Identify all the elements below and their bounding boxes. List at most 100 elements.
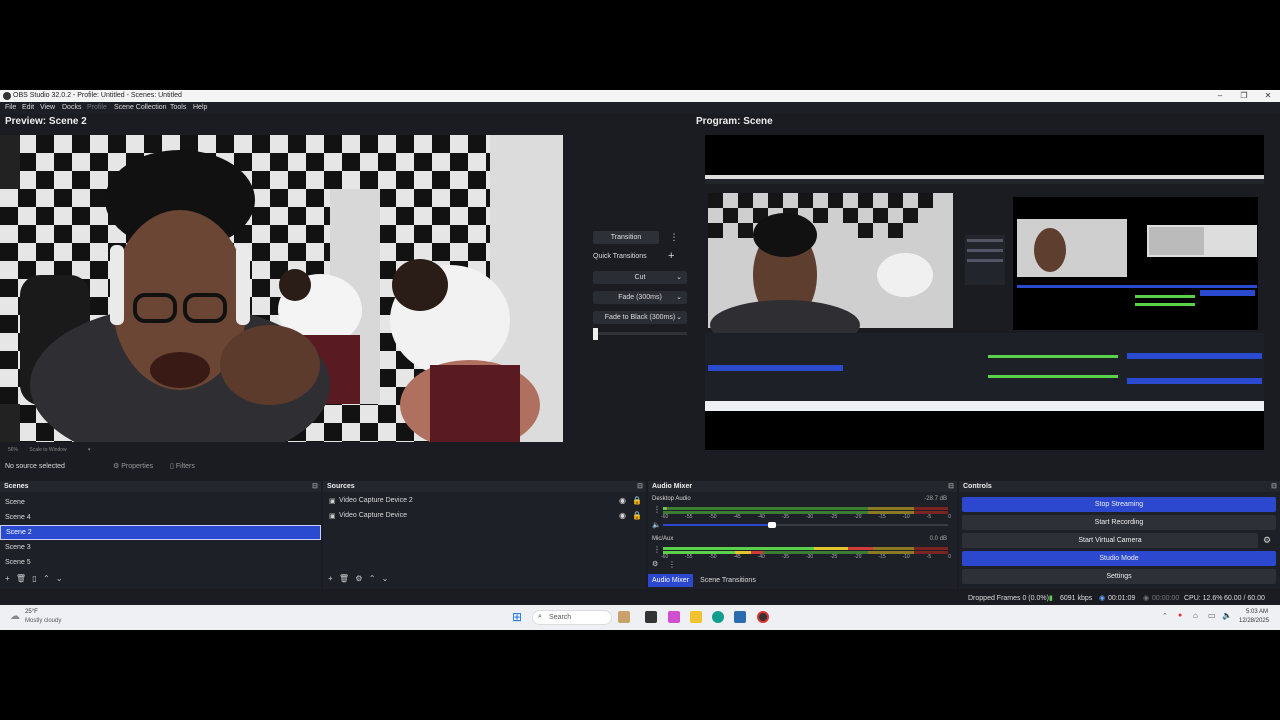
- maximize-button[interactable]: ❐: [1232, 90, 1256, 102]
- edge-icon[interactable]: [712, 611, 724, 623]
- move-down-icon[interactable]: ⌄: [56, 574, 63, 583]
- channel-menu-icon[interactable]: ⋮: [653, 545, 661, 554]
- channel-db: 0.0 dB: [929, 536, 947, 542]
- scene-item-selected[interactable]: Scene 2: [0, 525, 321, 540]
- menu-profile[interactable]: Profile: [87, 102, 107, 114]
- add-source-icon[interactable]: +: [328, 574, 333, 583]
- trash-icon[interactable]: 🗑: [339, 574, 349, 583]
- task-view-icon[interactable]: [645, 611, 657, 623]
- volume-meter: [663, 507, 948, 510]
- file-explorer-icon[interactable]: [690, 611, 702, 623]
- gear-icon: ⚙: [113, 463, 120, 470]
- quick-transition-fade[interactable]: Fade (300ms) ⌄: [593, 291, 687, 304]
- display-icon[interactable]: ▭: [1208, 611, 1216, 620]
- no-source-label: No source selected: [5, 463, 65, 470]
- eye-icon[interactable]: ◉: [619, 496, 626, 505]
- move-down-icon[interactable]: ⌄: [382, 574, 389, 583]
- lock-icon[interactable]: 🔒: [632, 496, 642, 505]
- network-icon[interactable]: ⌂: [1193, 611, 1198, 620]
- sources-dock-title: Sources: [327, 483, 355, 490]
- sources-dock-header: Sources ⊟: [323, 481, 646, 492]
- menu-tools[interactable]: Tools: [170, 102, 186, 114]
- obs-logo-icon: [3, 92, 11, 100]
- lock-icon[interactable]: 🔒: [632, 511, 642, 520]
- source-name: Video Capture Device: [339, 512, 407, 519]
- scene-item[interactable]: Scene 3: [0, 540, 321, 555]
- weather-icon[interactable]: ☁: [10, 611, 20, 622]
- scene-item[interactable]: Scene: [0, 495, 321, 510]
- start-virtual-camera-button[interactable]: Start Virtual Camera: [962, 533, 1258, 548]
- virtual-camera-settings-icon[interactable]: ⚙: [1263, 535, 1271, 546]
- more-options-icon[interactable]: ⋮: [669, 231, 679, 244]
- signal-icon: ▮: [1049, 595, 1053, 602]
- dock-options-icon[interactable]: ⊟: [1271, 481, 1277, 492]
- mixer-menu-icon[interactable]: ⋮: [668, 560, 676, 569]
- scale-mode-dropdown[interactable]: Scale to Window: [29, 447, 66, 453]
- taskbar-search[interactable]: ⌕ Search: [532, 610, 612, 625]
- source-item[interactable]: ▣ Video Capture Device ◉ 🔒: [323, 510, 646, 525]
- properties-button[interactable]: ⚙ Properties: [113, 462, 153, 470]
- source-item[interactable]: ▣ Video Capture Device 2 ◉ 🔒: [323, 495, 646, 510]
- quick-transition-cut[interactable]: Cut ⌄: [593, 271, 687, 284]
- weather-desc: Mostly cloudy: [25, 618, 62, 624]
- quick-transition-fade-black[interactable]: Fade to Black (300ms) ⌄: [593, 311, 687, 324]
- dock-options-icon[interactable]: ⊟: [948, 481, 954, 492]
- db-scale: -60 -55 -50 -45 -40 -35 -30 -25 -20 -15 -10 -5 0: [661, 514, 951, 520]
- add-icon[interactable]: +: [668, 250, 674, 262]
- add-scene-icon[interactable]: +: [5, 574, 10, 583]
- speaker-icon[interactable]: 🔈: [652, 521, 661, 529]
- chevron-down-icon[interactable]: ▾: [88, 447, 91, 453]
- trash-icon[interactable]: 🗑: [16, 574, 26, 583]
- tray-obs-icon[interactable]: ●: [1178, 612, 1182, 619]
- tbar-handle[interactable]: [593, 328, 598, 340]
- menu-view[interactable]: View: [40, 102, 55, 114]
- volume-icon[interactable]: 🔈: [1222, 611, 1232, 620]
- filters-button[interactable]: ▯ Filters: [170, 462, 195, 470]
- cpu-usage: CPU: 12.6%: [1184, 595, 1223, 602]
- start-recording-button[interactable]: Start Recording: [962, 515, 1276, 530]
- quick-transition-label: Fade to Black (300ms): [604, 314, 676, 321]
- volume-slider-handle[interactable]: [768, 522, 776, 528]
- dock-options-icon[interactable]: ⊟: [637, 481, 643, 492]
- store-icon[interactable]: [734, 611, 746, 623]
- controls-dock-header: Controls ⊟: [959, 481, 1280, 492]
- volume-meter-level: [663, 547, 873, 550]
- scene-item[interactable]: Scene 4: [0, 510, 321, 525]
- tray-chevron-icon[interactable]: ⌃: [1162, 612, 1168, 620]
- preview-canvas[interactable]: [0, 135, 563, 442]
- menu-scene-collection[interactable]: Scene Collection: [114, 102, 167, 114]
- preview-zoom-value: 56%: [8, 447, 19, 453]
- settings-button[interactable]: Settings: [962, 569, 1276, 584]
- obs-taskbar-icon[interactable]: [757, 611, 769, 623]
- channel-menu-icon[interactable]: ⋮: [653, 505, 661, 514]
- transition-button[interactable]: Transition: [593, 231, 659, 244]
- copilot-icon[interactable]: [668, 611, 680, 623]
- scene-item[interactable]: Scene 5: [0, 555, 321, 570]
- gear-icon[interactable]: ⚙: [355, 574, 362, 583]
- scene-filters-icon[interactable]: ▯: [32, 574, 36, 583]
- menu-docks[interactable]: Docks: [62, 102, 81, 114]
- clock-time: 5:03 AM: [1246, 609, 1269, 615]
- windows-start-icon[interactable]: ⊞: [512, 611, 524, 623]
- bitrate: 6091 kbps: [1060, 595, 1093, 602]
- close-button[interactable]: ✕: [1256, 90, 1280, 102]
- dock-options-icon[interactable]: ⊟: [312, 481, 318, 492]
- tab-scene-transitions[interactable]: Scene Transitions: [697, 574, 759, 587]
- minimize-button[interactable]: –: [1208, 90, 1232, 102]
- sources-dock: Sources ⊟ ▣ Video Capture Device 2 ◉ 🔒 ▣…: [323, 481, 646, 589]
- dropped-frames: Dropped Frames 0 (0.0%): [968, 595, 1049, 602]
- eye-icon[interactable]: ◉: [619, 511, 626, 520]
- studio-mode-button[interactable]: Studio Mode: [962, 551, 1276, 566]
- move-up-icon[interactable]: ⌃: [369, 574, 376, 583]
- tbar-slider[interactable]: [593, 332, 687, 335]
- tab-audio-mixer[interactable]: Audio Mixer: [648, 574, 693, 587]
- mixer-settings-icon[interactable]: ⚙: [652, 560, 658, 568]
- menu-bar: File Edit View Docks Profile Scene Colle…: [0, 102, 1280, 114]
- camera-icon: ▣: [329, 498, 336, 505]
- move-up-icon[interactable]: ⌃: [43, 574, 50, 583]
- widget-icon[interactable]: [618, 611, 630, 623]
- menu-help[interactable]: Help: [193, 102, 207, 114]
- menu-file[interactable]: File: [5, 102, 16, 114]
- menu-edit[interactable]: Edit: [22, 102, 34, 114]
- stop-streaming-button[interactable]: Stop Streaming: [962, 497, 1276, 512]
